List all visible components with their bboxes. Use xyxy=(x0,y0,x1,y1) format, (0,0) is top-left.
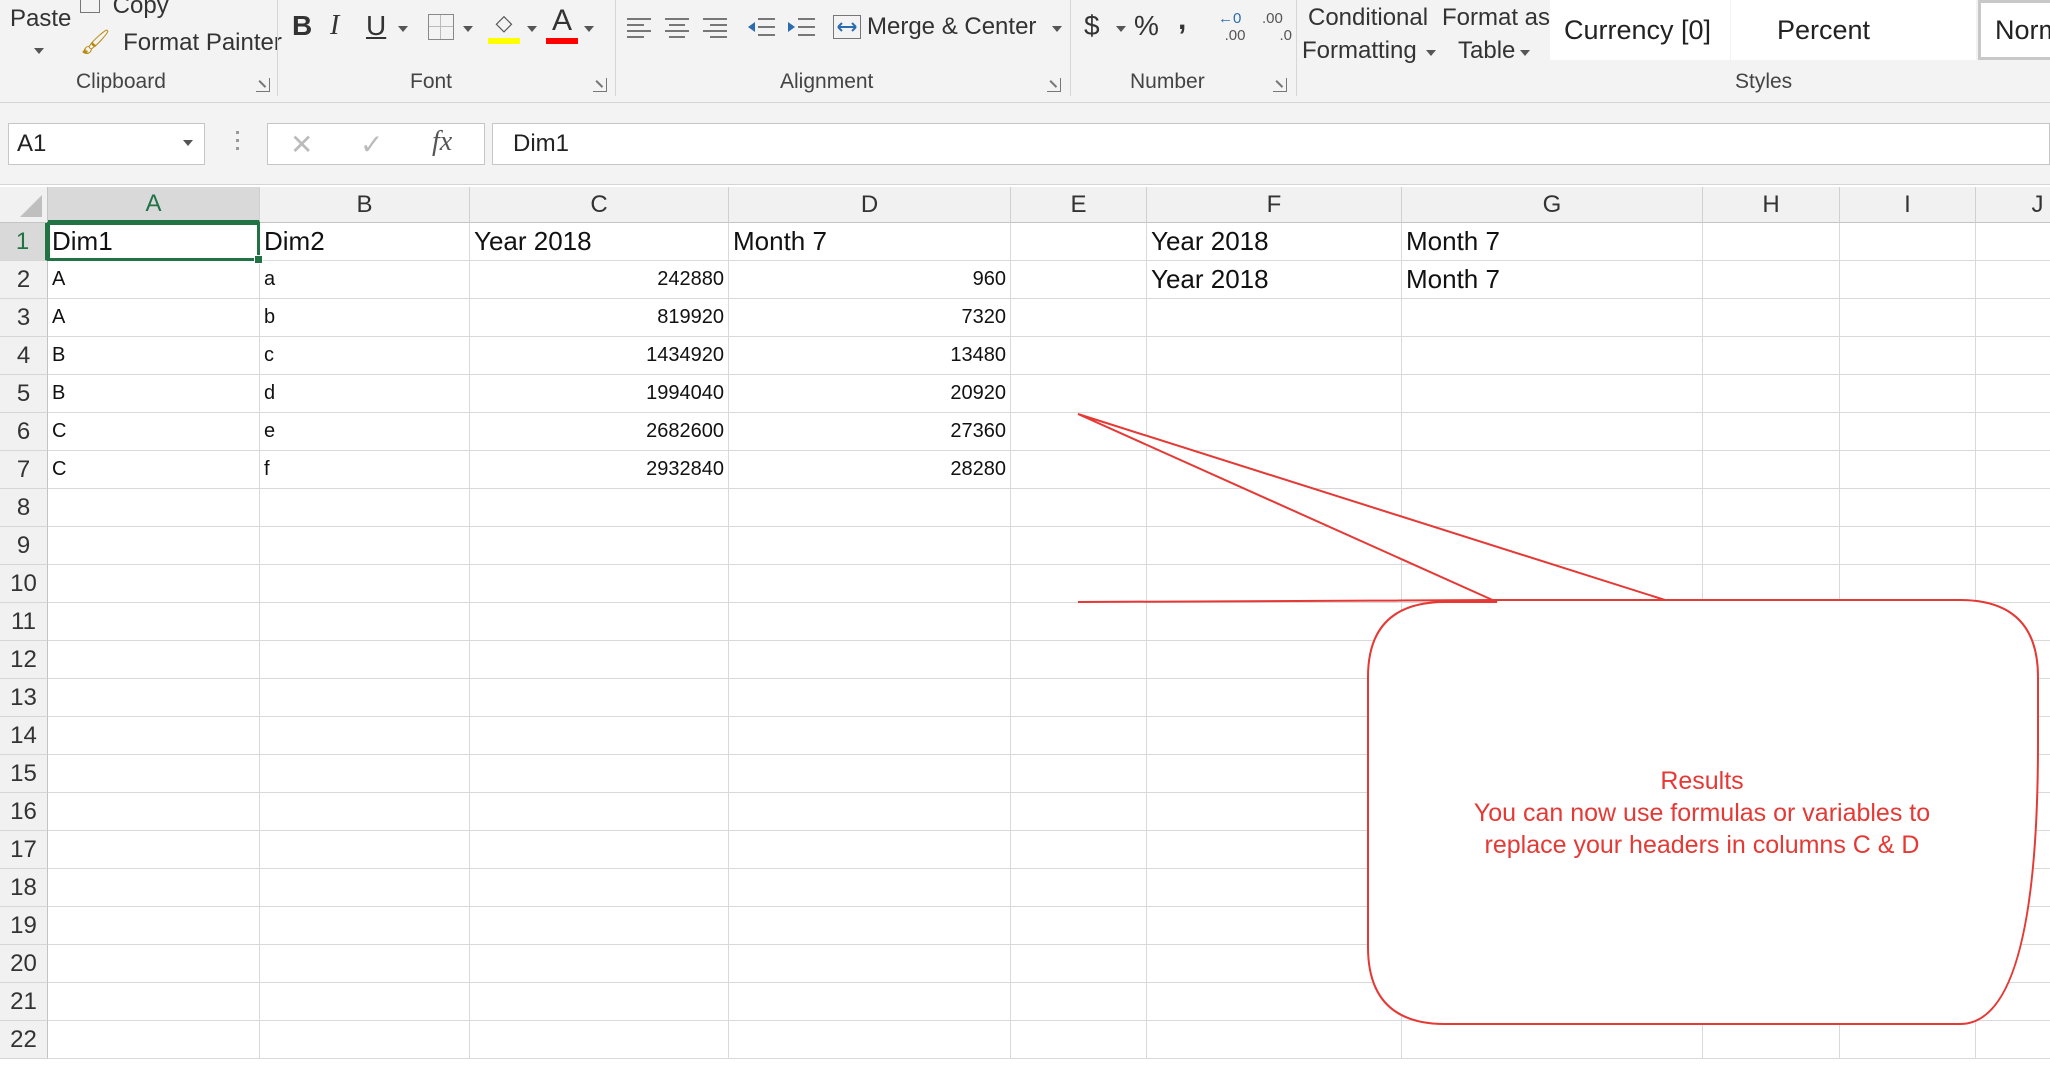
borders-icon[interactable] xyxy=(428,14,454,40)
format-as-table-line2: Table xyxy=(1458,37,1516,64)
callout-line-2: You can now use formulas or variables to xyxy=(1473,799,1931,827)
currency-format-button[interactable]: $ xyxy=(1084,12,1100,40)
name-box-value: A1 xyxy=(17,130,47,157)
paste-label: Paste xyxy=(10,5,72,32)
number-launcher-icon[interactable] xyxy=(1273,78,1287,92)
callout-line-3: replace your headers in columns C & D xyxy=(1484,831,1920,859)
conditional-formatting-line1: Conditional xyxy=(1308,4,1429,31)
font-color-dropdown-icon[interactable] xyxy=(584,26,594,32)
group-divider xyxy=(1296,0,1297,96)
increase-indent-icon[interactable] xyxy=(786,16,816,38)
conditional-formatting-button-line2[interactable]: Formatting xyxy=(1302,37,1417,65)
format-as-table-button[interactable]: Format as xyxy=(1442,4,1550,32)
decrease-decimal-label: .0 xyxy=(1279,27,1292,44)
copy-icon xyxy=(80,0,100,13)
currency-dropdown-icon[interactable] xyxy=(1116,26,1126,32)
group-divider xyxy=(1070,0,1071,96)
group-divider xyxy=(277,0,278,96)
copy-button[interactable]: Copy xyxy=(80,0,169,20)
borders-dropdown-icon[interactable] xyxy=(463,26,473,32)
worksheet-grid: ABCDEFGHIJ 1 2 3 4 5 6 7 8 9 10 11 12 13 14 15 16 17 18 19… xyxy=(0,187,2050,1070)
align-center-icon[interactable] xyxy=(664,16,690,38)
paintbrush-icon: 🖌 xyxy=(80,29,111,56)
font-color-swatch xyxy=(546,38,578,44)
paste-dropdown-icon[interactable] xyxy=(34,48,44,54)
insert-function-icon[interactable]: fx xyxy=(432,126,452,158)
clipboard-group-label: Clipboard xyxy=(76,70,166,93)
conditional-formatting-button[interactable]: Conditional xyxy=(1308,4,1428,32)
cancel-icon[interactable]: ✕ xyxy=(290,128,313,161)
merge-dropdown-icon[interactable] xyxy=(1052,26,1062,32)
italic-button[interactable]: I xyxy=(330,12,339,40)
bold-button[interactable]: B xyxy=(292,12,312,40)
format-as-table-button-line2[interactable]: Table xyxy=(1458,37,1515,65)
font-color-glyph: A xyxy=(551,4,572,37)
merge-center-button[interactable]: Merge & Center xyxy=(867,13,1036,41)
style-normal[interactable]: Norm xyxy=(1978,0,2050,60)
font-group-label: Font xyxy=(410,70,453,93)
ribbon: Paste Copy 🖌 Format Painter Clipboard B … xyxy=(0,0,2050,103)
font-color-button[interactable]: A xyxy=(546,4,578,44)
copy-label: Copy xyxy=(112,0,169,19)
format-painter-button[interactable]: 🖌 Format Painter xyxy=(80,29,282,57)
underline-dropdown-icon[interactable] xyxy=(398,26,408,32)
number-group-label: Number xyxy=(1130,70,1205,93)
format-painter-label: Format Painter xyxy=(123,29,282,56)
paint-bucket-icon: ◇ xyxy=(495,10,513,35)
fill-color-dropdown-icon[interactable] xyxy=(527,26,537,32)
left-arrow-icon: ←0 xyxy=(1218,10,1242,27)
callout-title: Results xyxy=(1660,767,1744,795)
callout-shape xyxy=(1077,413,2039,1025)
callout-bubble xyxy=(1077,413,2039,1025)
decrease-indent-icon[interactable] xyxy=(746,16,776,38)
font-launcher-icon[interactable] xyxy=(593,78,607,92)
underline-button[interactable]: U xyxy=(366,12,386,40)
fill-color-button[interactable]: ◇ xyxy=(488,10,520,44)
name-box[interactable]: A1 xyxy=(8,123,205,165)
styles-group-label: Styles xyxy=(1735,70,1793,93)
callout-text: Results You can now use formulas or vari… xyxy=(1368,765,2036,861)
percent-button[interactable]: % xyxy=(1134,12,1159,40)
merge-center-icon xyxy=(833,15,861,39)
align-right-icon[interactable] xyxy=(702,16,728,38)
style-currency-0[interactable]: Currency [0] xyxy=(1550,0,1730,60)
format-as-table-dropdown-icon[interactable] xyxy=(1520,50,1530,56)
style-percent[interactable]: Percent xyxy=(1731,0,1976,60)
fill-color-swatch xyxy=(488,38,520,44)
name-box-dropdown-icon[interactable] xyxy=(183,140,193,146)
comma-style-button[interactable]: , xyxy=(1178,5,1186,35)
format-as-table-line1: Format as xyxy=(1442,4,1551,31)
formula-bar: A1 ✕ ✓ fx Dim1 xyxy=(0,103,2050,185)
right-arrow-icon: .00 xyxy=(1262,10,1283,27)
alignment-launcher-icon[interactable] xyxy=(1047,78,1061,92)
formula-bar-grip-icon[interactable] xyxy=(236,131,239,157)
formula-input[interactable]: Dim1 xyxy=(492,123,2050,165)
decrease-decimal-button[interactable]: .0 .00 xyxy=(1258,10,1292,46)
paste-button[interactable]: Paste xyxy=(10,5,71,33)
conditional-formatting-line2: Formatting xyxy=(1302,37,1417,64)
increase-decimal-button[interactable]: .00 ←0 xyxy=(1218,10,1252,46)
alignment-group-label: Alignment xyxy=(780,70,874,93)
conditional-formatting-dropdown-icon[interactable] xyxy=(1426,50,1436,56)
enter-icon[interactable]: ✓ xyxy=(360,128,383,161)
clipboard-launcher-icon[interactable] xyxy=(256,78,270,92)
align-left-icon[interactable] xyxy=(626,16,652,38)
increase-decimal-label: .00 xyxy=(1224,27,1246,44)
formula-buttons: ✕ ✓ fx xyxy=(267,123,485,165)
group-divider xyxy=(615,0,616,96)
